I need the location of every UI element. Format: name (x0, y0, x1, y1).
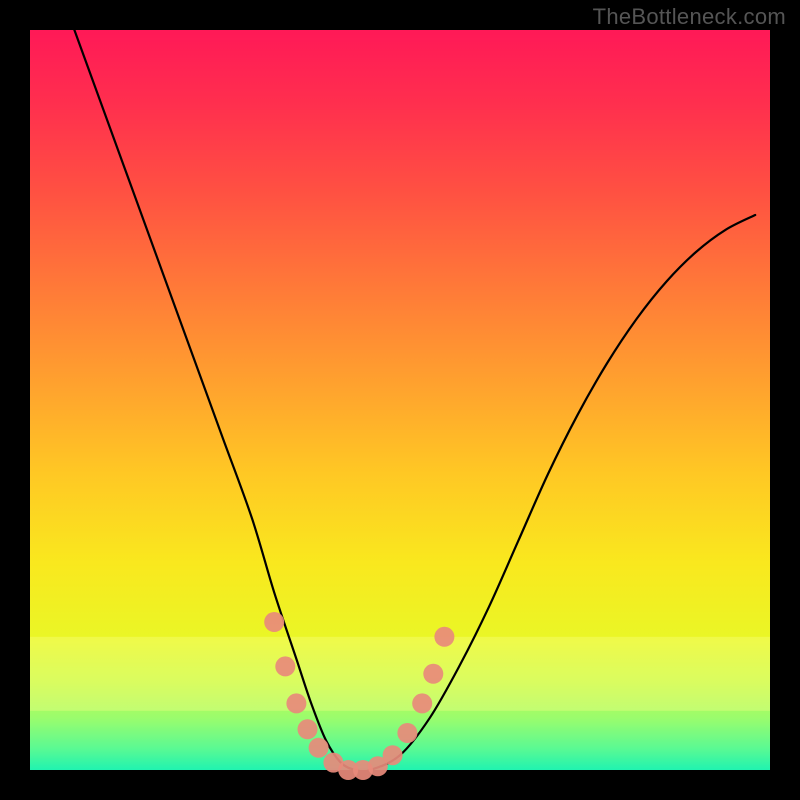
curve-marker (383, 745, 403, 765)
watermark-text: TheBottleneck.com (593, 4, 786, 30)
chart-frame: TheBottleneck.com (0, 0, 800, 800)
curve-marker (412, 693, 432, 713)
curve-marker (298, 719, 318, 739)
curve-marker (309, 738, 329, 758)
curve-marker (264, 612, 284, 632)
curve-marker (434, 627, 454, 647)
curve-marker (397, 723, 417, 743)
curve-marker (423, 664, 443, 684)
curve-marker (275, 656, 295, 676)
bottleneck-chart (0, 0, 800, 800)
plot-highlight-band (30, 637, 770, 711)
curve-marker (286, 693, 306, 713)
